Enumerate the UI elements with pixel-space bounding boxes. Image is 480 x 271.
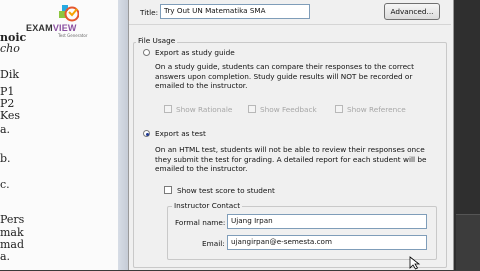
formal-name-input[interactable]: Ujang Irpan — [227, 214, 427, 229]
doc-line: c. — [0, 178, 10, 191]
advanced-button[interactable]: Advanced... — [384, 3, 440, 20]
export-test-radio[interactable] — [143, 130, 150, 137]
examview-logo: EXAMVIEW Test Generator — [26, 2, 112, 38]
email-input[interactable]: ujangirpan@e-semesta.com — [227, 235, 427, 250]
background-desktop — [452, 0, 480, 271]
background-panel — [456, 214, 480, 271]
study-guide-radio[interactable] — [143, 49, 150, 56]
instructor-contact-legend: Instructor Contact — [172, 201, 243, 210]
description-line: emailed to the instructor. — [155, 164, 248, 174]
export-test-label[interactable]: Export as test — [155, 129, 206, 138]
study-guide-description: On a study guide, students can compare t… — [155, 62, 414, 91]
doc-line: cho — [0, 42, 20, 55]
doc-line: Dik — [0, 68, 20, 81]
logo-text: EXAMVIEW — [26, 23, 77, 33]
description-line: answers upon completion. Study guide res… — [155, 71, 413, 81]
title-row: Title: Try Out UN Matematika SMA Advance… — [129, 0, 451, 25]
title-input[interactable]: Try Out UN Matematika SMA — [160, 4, 310, 19]
show-feedback-label[interactable]: Show Feedback — [260, 105, 317, 114]
show-rationale-label[interactable]: Show Rationale — [176, 105, 232, 114]
show-score-label[interactable]: Show test score to student — [177, 186, 275, 195]
mouse-cursor-icon — [409, 256, 421, 270]
description-line: emailed to the instructor. — [155, 81, 248, 91]
show-reference-checkbox[interactable] — [335, 105, 343, 113]
description-line: On a study guide, students can compare t… — [155, 62, 414, 71]
logo-tagline: Test Generator — [58, 33, 88, 38]
doc-line: a. — [0, 250, 11, 263]
doc-line: Pers — [0, 213, 25, 226]
doc-line: Kes — [0, 109, 21, 122]
show-score-checkbox[interactable] — [164, 186, 172, 194]
doc-line: b. — [0, 152, 11, 165]
title-label: Title: — [140, 8, 159, 17]
description-line: they submit the test for grading. A deta… — [155, 154, 427, 164]
export-test-description: On an HTML test, students will not be ab… — [155, 145, 426, 174]
show-rationale-checkbox[interactable] — [164, 105, 172, 113]
study-guide-label[interactable]: Export as study guide — [155, 48, 235, 57]
formal-name-label: Formal name: — [175, 218, 226, 227]
file-usage-legend: File Usage — [136, 36, 178, 45]
show-reference-label[interactable]: Show Reference — [347, 105, 406, 114]
export-dialog: Title: Try Out UN Matematika SMA Advance… — [128, 0, 454, 270]
window-frame-left — [118, 0, 128, 270]
background-document: EXAMVIEW Test Generator noic cho Dik P1 … — [0, 0, 130, 270]
email-label: Email: — [202, 239, 225, 248]
description-line: On an HTML test, students will not be ab… — [155, 145, 425, 154]
doc-line: a. — [0, 123, 11, 136]
show-feedback-checkbox[interactable] — [248, 105, 256, 113]
